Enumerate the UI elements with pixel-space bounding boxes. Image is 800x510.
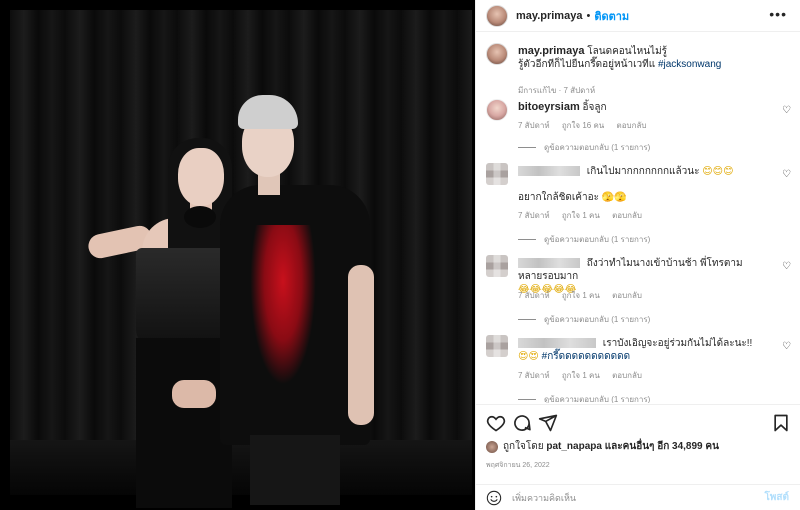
comment-likes[interactable]: ถูกใจ 1 คน — [562, 211, 600, 220]
man-arm — [348, 265, 374, 425]
comment-text: เราบังเอิญจะอยู่ร่วมกันไม่ได้ละนะ!! — [602, 338, 753, 349]
comment-like-icon[interactable]: ♡ — [782, 105, 791, 116]
comment-text: อิ้จลูก — [582, 102, 607, 113]
share-icon[interactable] — [538, 413, 558, 433]
comment-body: เกินไปมากกกกกกกแล้วนะ 😊😊😊 อยากใกล้ชิดเค้… — [518, 165, 758, 204]
liker-username[interactable]: pat_napapa — [546, 441, 602, 452]
emoji-picker-icon[interactable] — [486, 490, 502, 506]
more-options-icon[interactable]: ••• — [769, 6, 787, 22]
view-replies-label: ดูข้อความตอบกลับ (1 รายการ) — [544, 395, 651, 403]
man-pants — [250, 435, 340, 505]
comment-like-icon[interactable]: ♡ — [782, 341, 791, 352]
reply-button[interactable]: ตอบกลับ — [612, 291, 642, 300]
caption-username[interactable]: may.primaya — [518, 45, 584, 57]
comment-like-icon[interactable]: ♡ — [782, 169, 791, 180]
post-comment-button[interactable]: โพสต์ — [764, 490, 789, 505]
caption-author-avatar[interactable] — [486, 43, 508, 65]
comment-meta: 7 สัปดาห์ ถูกใจ 1 คน ตอบกลับ — [518, 289, 652, 302]
caption-text: may.primaya โลนดคอนไหนไม่รู้ รู้ตัวอีกที… — [518, 45, 721, 71]
comment-likes[interactable]: ถูกใจ 1 คน — [562, 371, 600, 380]
liker-avatar — [486, 440, 498, 453]
commenter-avatar-blurred[interactable] — [486, 163, 508, 185]
comment-time: 7 สัปดาห์ — [518, 121, 550, 130]
comment-body: bitoeyrsiam อิ้จลูก — [518, 101, 758, 114]
commenter-username-blurred[interactable] — [518, 166, 580, 177]
likes-prefix: ถูกใจโดย — [503, 441, 544, 452]
action-icons-row — [486, 413, 791, 433]
reply-button[interactable]: ตอบกลับ — [612, 371, 642, 380]
heart-icon[interactable] — [486, 413, 506, 433]
comment-likes[interactable]: ถูกใจ 16 คน — [562, 121, 604, 130]
view-replies-label: ดูข้อความตอบกลับ (1 รายการ) — [544, 235, 651, 244]
comment-time: 7 สัปดาห์ — [518, 211, 550, 220]
replies-line — [518, 319, 536, 320]
man-tshirt-red-print — [250, 225, 316, 385]
add-comment-bar: เพิ่มความคิดเห็น โพสต์ — [476, 484, 800, 510]
reply-button[interactable]: ตอบกลับ — [617, 121, 647, 130]
post-date: พฤศจิกายน 26, 2022 — [486, 462, 550, 469]
view-replies-button[interactable]: ดูข้อความตอบกลับ (1 รายการ) — [518, 313, 650, 326]
likes-count: 34,899 — [672, 441, 703, 452]
comment-time: 7 สัปดาห์ — [518, 371, 550, 380]
likes-others-label: และคนอื่นๆ — [604, 441, 655, 452]
post-header: may.primaya • ติดตาม ••• — [476, 0, 800, 32]
commenter-username-blurred[interactable] — [518, 258, 580, 269]
comment-text: เกินไปมากกกกกกกแล้วนะ — [586, 166, 700, 177]
comment-time: 7 สัปดาห์ — [518, 291, 550, 300]
view-replies-button[interactable]: ดูข้อความตอบกลับ (1 รายการ) — [518, 141, 650, 154]
comments-scroll-area[interactable]: may.primaya โลนดคอนไหนไม่รู้ รู้ตัวอีกที… — [476, 33, 800, 403]
view-replies-label: ดูข้อความตอบกลับ (1 รายการ) — [544, 143, 651, 152]
post-actions: ถูกใจโดย pat_napapa และคนอื่นๆ อีก 34,89… — [476, 404, 800, 484]
comment-hashtag[interactable]: #กรี๊ดดดดดดดดดดด — [542, 351, 630, 362]
comment-item: bitoeyrsiam อิ้จลูก 7 สัปดาห์ ถูกใจ 16 ค… — [486, 99, 791, 159]
view-replies-button[interactable]: ดูข้อความตอบกลับ (1 รายการ) — [518, 233, 650, 246]
comment-meta: 7 สัปดาห์ ถูกใจ 1 คน ตอบกลับ — [518, 369, 652, 382]
comment-emoji: 😊😊😊 — [702, 166, 734, 177]
replies-line — [518, 147, 536, 148]
comment-likes[interactable]: ถูกใจ 1 คน — [562, 291, 600, 300]
comment-meta: 7 สัปดาห์ ถูกใจ 16 คน ตอบกลับ — [518, 119, 656, 132]
post-sidebar: may.primaya • ติดตาม ••• may.primaya โลน… — [475, 0, 800, 510]
caption-line1: โลนดคอนไหนไม่รู้ — [587, 46, 668, 57]
comment-meta: 7 สัปดาห์ ถูกใจ 1 คน ตอบกลับ — [518, 209, 652, 222]
man-hair — [238, 95, 298, 129]
view-replies-label: ดูข้อความตอบกลับ (1 รายการ) — [544, 315, 651, 324]
bookmark-icon[interactable] — [771, 413, 791, 433]
likes-count-prefix: อีก — [657, 441, 670, 452]
comment-like-icon[interactable]: ♡ — [782, 261, 791, 272]
comment-icon[interactable] — [512, 413, 532, 433]
commenter-username[interactable]: bitoeyrsiam — [518, 101, 580, 113]
author-username[interactable]: may.primaya — [516, 10, 582, 22]
replies-line — [518, 239, 536, 240]
likes-summary[interactable]: ถูกใจโดย pat_napapa และคนอื่นๆ อีก 34,89… — [486, 439, 719, 454]
likes-suffix: คน — [705, 441, 719, 452]
caption-line2: รู้ตัวอีกทีก็ไปยืนกรี๊ดอยู่หน้าเวทีแ — [518, 59, 656, 70]
comment-input[interactable]: เพิ่มความคิดเห็น — [512, 491, 764, 505]
comment-text-line2: อยากใกล้ชิดเค้าอะ 🫣🫣 — [518, 192, 627, 203]
post-photo[interactable] — [0, 0, 475, 510]
comment-item: เกินไปมากกกกกกกแล้วนะ 😊😊😊 อยากใกล้ชิดเค้… — [486, 163, 791, 249]
comment-body: เราบังเอิญจะอยู่ร่วมกันไม่ได้ละนะ!! 😍😍 #… — [518, 337, 758, 363]
caption-hashtag[interactable]: #jacksonwang — [658, 59, 721, 70]
comment-item: ถึงว่าทำไมนางเข้าบ้านช้า พี่โทรตามหลายรอ… — [486, 255, 791, 329]
commenter-avatar[interactable] — [486, 99, 508, 121]
comment-emoji: 😍😍 — [518, 351, 539, 362]
replies-line — [518, 399, 536, 400]
view-replies-button[interactable]: ดูข้อความตอบกลับ (1 รายการ) — [518, 393, 650, 403]
commenter-avatar-blurred[interactable] — [486, 335, 508, 357]
follow-button[interactable]: ติดตาม — [594, 7, 629, 25]
author-avatar[interactable] — [486, 4, 508, 27]
header-separator: • — [586, 9, 591, 22]
photo-subject-man — [210, 95, 380, 505]
commenter-avatar-blurred[interactable] — [486, 255, 508, 277]
caption-meta: มีการแก้ไข · 7 สัปดาห์ — [518, 86, 596, 95]
reply-button[interactable]: ตอบกลับ — [612, 211, 642, 220]
commenter-username-blurred[interactable] — [518, 338, 596, 349]
comment-item: เราบังเอิญจะอยู่ร่วมกันไม่ได้ละนะ!! 😍😍 #… — [486, 335, 791, 403]
